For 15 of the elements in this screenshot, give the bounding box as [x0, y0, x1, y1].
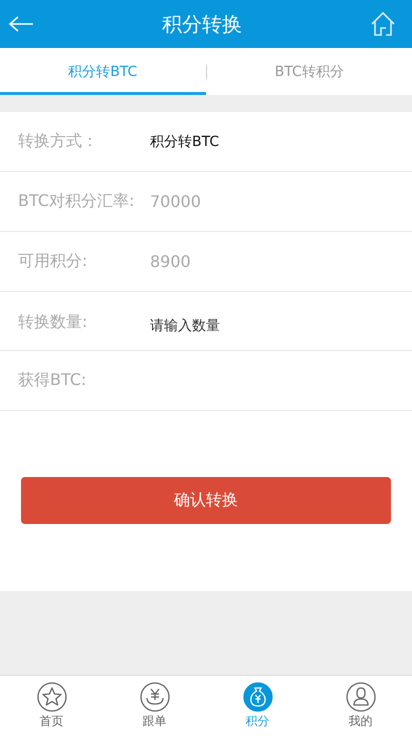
page-title: 积分转换	[162, 10, 242, 38]
user-icon	[346, 682, 376, 712]
confirm-button[interactable]: 确认转换	[21, 477, 391, 524]
money-bag-icon	[242, 682, 272, 712]
back-icon[interactable]	[8, 15, 34, 33]
field-value: 70000	[150, 192, 201, 211]
field-label: 转换数量:	[18, 312, 88, 333]
field-value: 8900	[150, 252, 191, 271]
home-icon[interactable]	[370, 11, 396, 37]
field-label: BTC对积分汇率:	[18, 191, 136, 212]
field-value[interactable]: 积分转BTC	[150, 132, 220, 150]
field-label: 获得BTC:	[18, 370, 88, 391]
yen-icon	[140, 682, 170, 712]
field-label: 可用积分:	[18, 251, 88, 272]
field-label: 转换方式：	[18, 131, 99, 152]
